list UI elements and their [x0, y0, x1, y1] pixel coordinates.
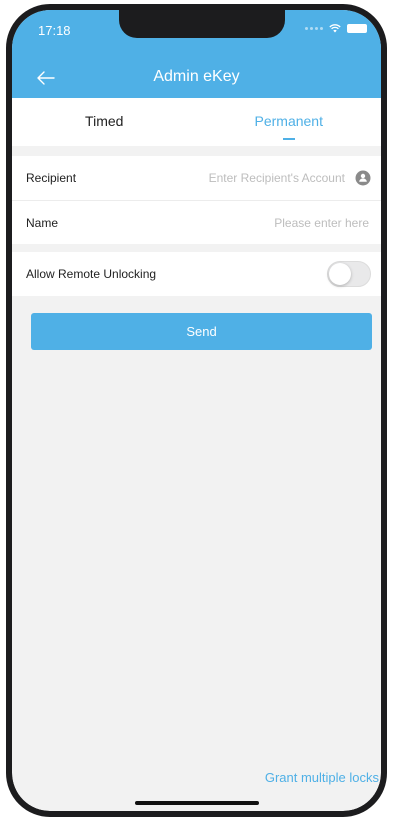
home-indicator — [134, 801, 259, 805]
header-bar: 17:18 Admin eKey — [12, 10, 381, 98]
signal-icon — [305, 27, 323, 30]
remote-unlock-card: Allow Remote Unlocking — [12, 252, 381, 296]
remote-unlock-toggle[interactable] — [327, 261, 371, 287]
status-icons — [305, 24, 367, 33]
status-time: 17:18 — [38, 23, 71, 38]
tab-timed[interactable]: Timed — [12, 98, 197, 146]
battery-icon — [347, 24, 367, 33]
active-tab-indicator — [282, 138, 295, 140]
remote-unlock-label: Allow Remote Unlocking — [26, 267, 157, 281]
toggle-knob — [329, 263, 351, 285]
recipient-row: Recipient — [12, 156, 381, 200]
device-notch — [119, 10, 285, 38]
recipient-input[interactable] — [76, 170, 347, 186]
tab-bar: Timed Permanent — [12, 98, 381, 146]
page-title: Admin eKey — [153, 68, 240, 85]
name-label: Name — [26, 215, 59, 230]
remote-unlock-row: Allow Remote Unlocking — [12, 252, 381, 296]
tab-permanent[interactable]: Permanent — [197, 98, 382, 146]
grant-multiple-locks-link[interactable]: Grant multiple locks — [265, 770, 379, 785]
screen: 17:18 Admin eKey Timed Permanent Recipie… — [12, 10, 381, 811]
phone-frame: 17:18 Admin eKey Timed Permanent Recipie… — [6, 4, 387, 817]
send-button[interactable]: Send — [31, 313, 372, 350]
name-row: Name — [12, 200, 381, 244]
tab-permanent-label: Permanent — [254, 113, 323, 129]
contact-icon[interactable] — [355, 170, 371, 186]
recipient-label: Recipient — [26, 171, 77, 185]
recipient-form: Recipient Name — [12, 156, 381, 244]
tab-timed-label: Timed — [85, 113, 124, 129]
name-input[interactable] — [58, 214, 371, 231]
wifi-icon — [329, 24, 341, 33]
